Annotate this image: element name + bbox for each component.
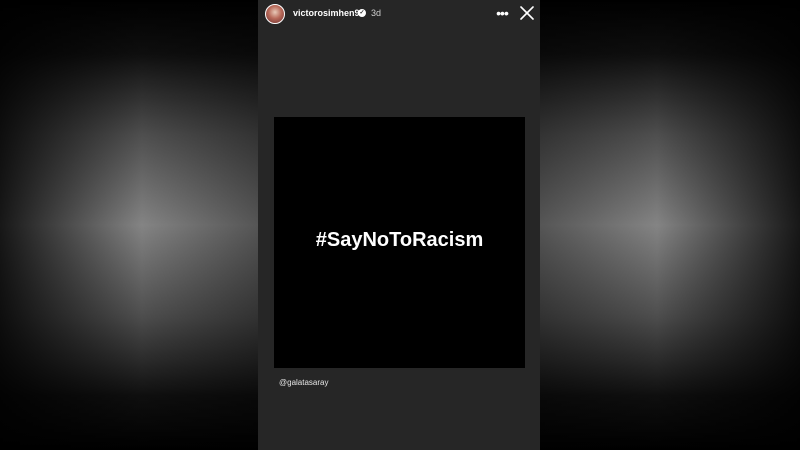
post-card[interactable]: #SayNoToRacism [274, 117, 525, 368]
story-header: victorosimhen9 ✓ 3d ••• [258, 0, 540, 28]
mention-tag[interactable]: @galatasaray [279, 378, 328, 388]
username[interactable]: victorosimhen9 [293, 8, 360, 19]
story-viewer[interactable]: victorosimhen9 ✓ 3d ••• #SayNoToRacism @… [258, 0, 540, 450]
backdrop-shade-right [540, 0, 800, 450]
hashtag-text: #SayNoToRacism [315, 229, 484, 251]
time-ago: 3d [371, 8, 382, 18]
verified-check-icon: ✓ [358, 9, 366, 17]
close-icon[interactable] [520, 6, 534, 20]
more-horizontal-icon[interactable]: ••• [494, 6, 510, 21]
avatar[interactable] [265, 4, 285, 24]
backdrop-shade-left [0, 0, 258, 450]
